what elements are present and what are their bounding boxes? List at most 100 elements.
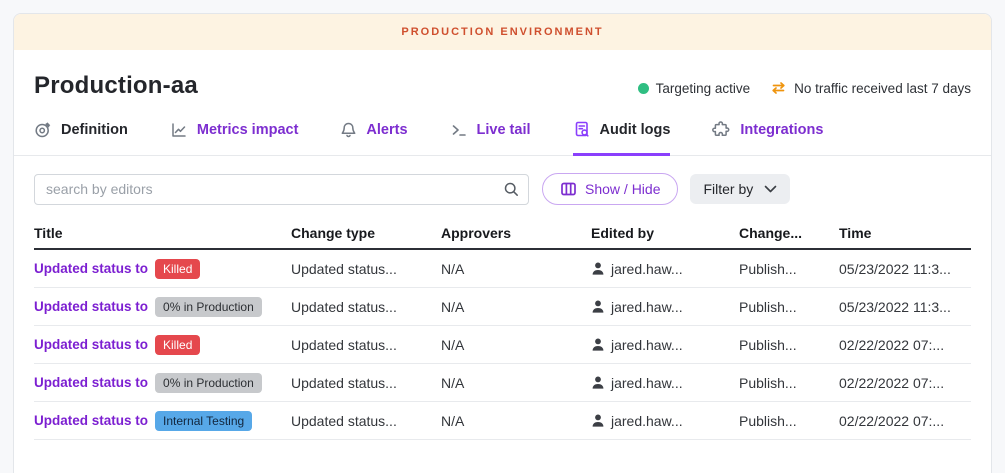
cell-edited-by: jared.haw...	[591, 337, 739, 353]
cell-approvers: N/A	[441, 337, 591, 353]
chart-icon	[170, 121, 188, 139]
row-title-link[interactable]: Updated status to	[34, 261, 148, 276]
cell-edited-by-name: jared.haw...	[611, 337, 683, 353]
cell-edited-by-name: jared.haw...	[611, 375, 683, 391]
cell-approvers: N/A	[441, 375, 591, 391]
row-title-link[interactable]: Updated status to	[34, 413, 148, 428]
table-row[interactable]: Updated status to 0% in Production Updat…	[34, 364, 971, 402]
tab-label: Alerts	[366, 122, 407, 138]
targeting-status: Targeting active	[638, 81, 751, 96]
chevron-down-icon	[764, 185, 777, 194]
tab-metrics-impact[interactable]: Metrics impact	[170, 121, 299, 156]
cell-edited-by: jared.haw...	[591, 375, 739, 391]
cell-time: 02/22/2022 07:...	[839, 375, 971, 391]
columns-icon	[560, 181, 577, 197]
targeting-status-label: Targeting active	[656, 81, 751, 96]
cell-title: Updated status to Killed	[34, 335, 291, 355]
table-row[interactable]: Updated status to Killed Updated status.…	[34, 250, 971, 288]
tab-label: Integrations	[740, 122, 823, 138]
environment-banner: PRODUCTION ENVIRONMENT	[14, 14, 991, 50]
cell-time: 02/22/2022 07:...	[839, 337, 971, 353]
tab-label: Audit logs	[600, 122, 671, 138]
column-header-edited-by: Edited by	[591, 225, 739, 241]
page-title: Production-aa	[34, 72, 198, 100]
cell-approvers: N/A	[441, 299, 591, 315]
cell-change-type: Updated status...	[291, 413, 441, 429]
puzzle-icon	[712, 120, 731, 139]
traffic-arrows-icon	[770, 80, 787, 96]
goal-icon	[34, 121, 52, 139]
status-indicators: Targeting active No traffic received las…	[638, 76, 971, 96]
table-row[interactable]: Updated status to 0% in Production Updat…	[34, 288, 971, 326]
show-hide-button[interactable]: Show / Hide	[542, 173, 678, 205]
page-header: Production-aa Targeting active No traffi…	[14, 50, 991, 104]
row-title-link[interactable]: Updated status to	[34, 375, 148, 390]
table-body: Updated status to Killed Updated status.…	[34, 250, 971, 440]
cell-edited-by-name: jared.haw...	[611, 261, 683, 277]
environment-banner-label: PRODUCTION ENVIRONMENT	[401, 26, 603, 38]
tab-alerts[interactable]: Alerts	[340, 121, 407, 156]
tab-integrations[interactable]: Integrations	[712, 120, 823, 156]
cell-change: Publish...	[739, 375, 839, 391]
status-badge: 0% in Production	[155, 297, 262, 317]
tab-audit-logs[interactable]: Audit logs	[573, 120, 671, 156]
cell-edited-by-name: jared.haw...	[611, 299, 683, 315]
file-search-icon	[573, 120, 591, 139]
audit-log-table: Title Change type Approvers Edited by Ch…	[14, 217, 991, 440]
cell-title: Updated status to Killed	[34, 259, 291, 279]
cell-change-type: Updated status...	[291, 299, 441, 315]
cell-time: 05/23/2022 11:3...	[839, 261, 971, 277]
status-badge: Killed	[155, 259, 200, 279]
cell-change: Publish...	[739, 337, 839, 353]
cell-change-type: Updated status...	[291, 375, 441, 391]
traffic-status: No traffic received last 7 days	[770, 80, 971, 96]
search-icon	[503, 181, 520, 203]
tab-live-tail[interactable]: Live tail	[450, 121, 531, 156]
green-dot-icon	[638, 83, 649, 94]
person-icon	[591, 413, 605, 428]
table-row[interactable]: Updated status to Killed Updated status.…	[34, 326, 971, 364]
bell-icon	[340, 121, 357, 139]
traffic-status-label: No traffic received last 7 days	[794, 81, 971, 96]
person-icon	[591, 375, 605, 390]
person-icon	[591, 337, 605, 352]
filter-by-button[interactable]: Filter by	[690, 174, 790, 204]
column-header-change: Change...	[739, 225, 839, 241]
status-badge: 0% in Production	[155, 373, 262, 393]
cell-change: Publish...	[739, 299, 839, 315]
show-hide-label: Show / Hide	[585, 181, 660, 197]
cell-edited-by-name: jared.haw...	[611, 413, 683, 429]
cell-title: Updated status to 0% in Production	[34, 297, 291, 317]
flag-detail-card: PRODUCTION ENVIRONMENT Production-aa Tar…	[13, 13, 992, 473]
cell-approvers: N/A	[441, 261, 591, 277]
status-badge: Killed	[155, 335, 200, 355]
cell-title: Updated status to Internal Testing	[34, 411, 291, 431]
tab-label: Metrics impact	[197, 122, 299, 138]
tab-label: Definition	[61, 122, 128, 138]
column-header-time: Time	[839, 225, 971, 241]
search-input[interactable]	[34, 174, 529, 205]
cell-change-type: Updated status...	[291, 261, 441, 277]
cell-approvers: N/A	[441, 413, 591, 429]
column-header-approvers: Approvers	[441, 225, 591, 241]
cell-change-type: Updated status...	[291, 337, 441, 353]
tab-label: Live tail	[477, 122, 531, 138]
status-badge: Internal Testing	[155, 411, 252, 431]
cell-edited-by: jared.haw...	[591, 261, 739, 277]
table-header-row: Title Change type Approvers Edited by Ch…	[34, 217, 971, 250]
row-title-link[interactable]: Updated status to	[34, 299, 148, 314]
row-title-link[interactable]: Updated status to	[34, 337, 148, 352]
table-row[interactable]: Updated status to Internal Testing Updat…	[34, 402, 971, 440]
audit-toolbar: Show / Hide Filter by	[14, 156, 991, 217]
column-header-title: Title	[34, 225, 291, 241]
cell-edited-by: jared.haw...	[591, 299, 739, 315]
filter-by-label: Filter by	[703, 181, 753, 197]
tab-definition[interactable]: Definition	[34, 121, 128, 156]
column-header-change-type: Change type	[291, 225, 441, 241]
tab-bar: Definition Metrics impact Alerts	[14, 104, 991, 156]
cell-change: Publish...	[739, 261, 839, 277]
terminal-icon	[450, 121, 468, 139]
cell-edited-by: jared.haw...	[591, 413, 739, 429]
cell-time: 05/23/2022 11:3...	[839, 299, 971, 315]
cell-change: Publish...	[739, 413, 839, 429]
